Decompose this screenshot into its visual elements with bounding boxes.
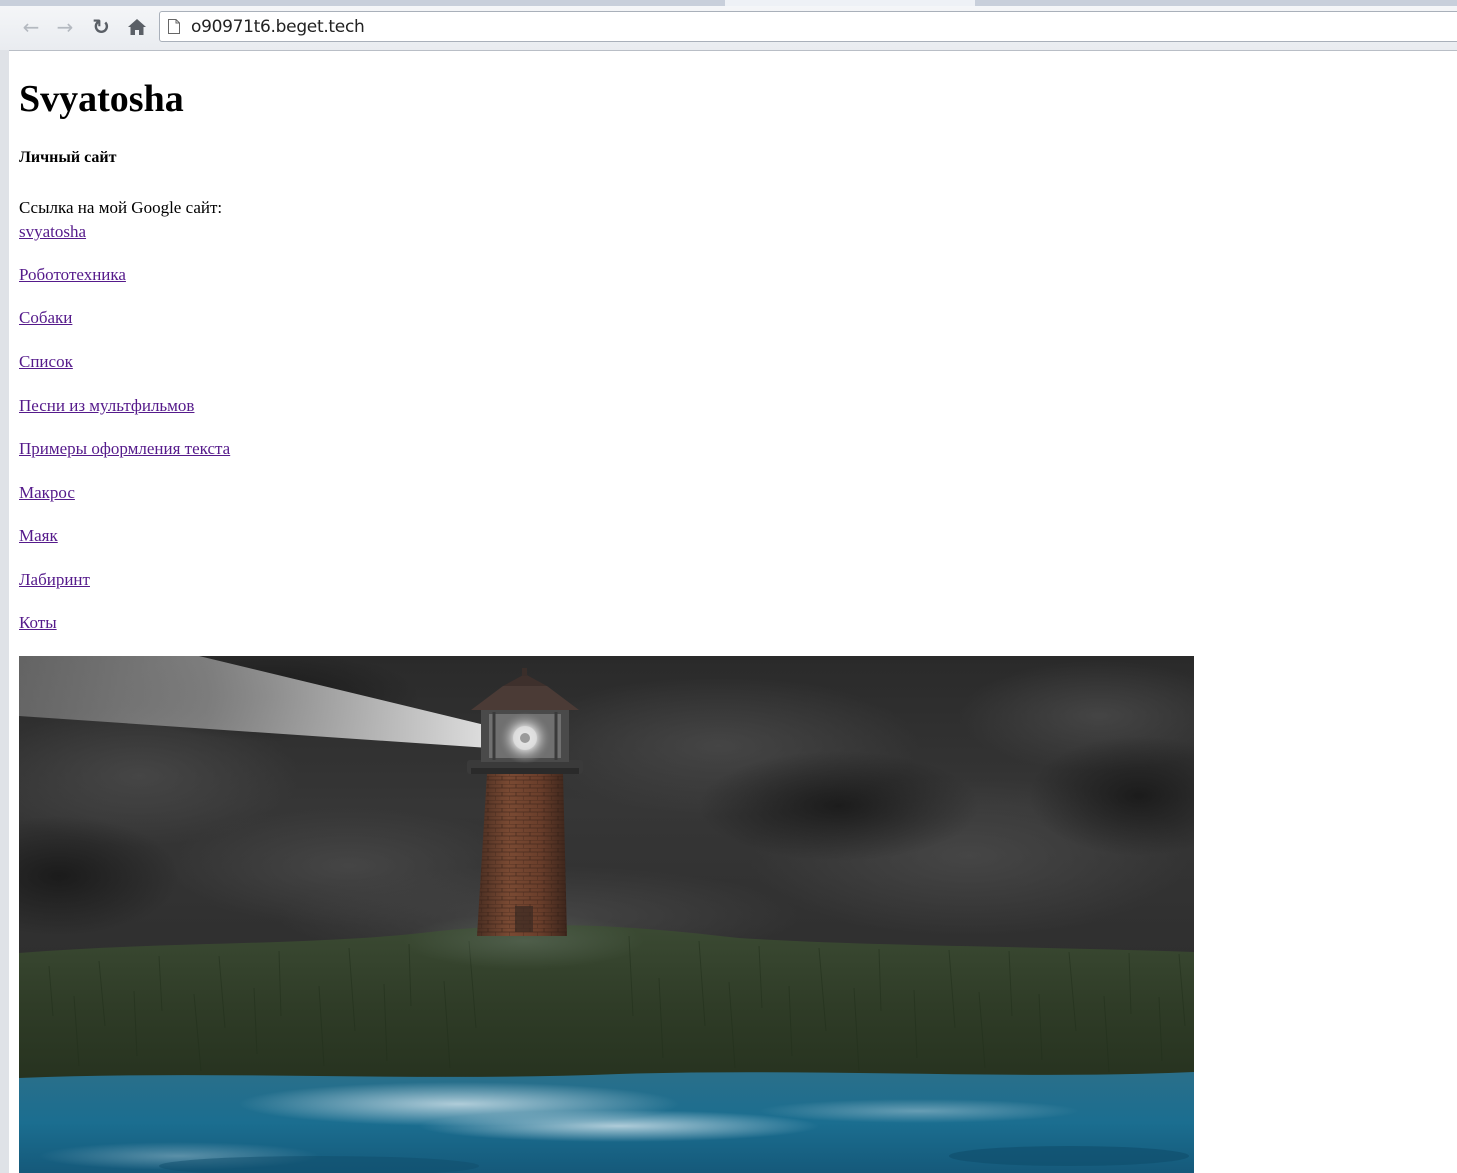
address-url[interactable]: o90971t6.beget.tech xyxy=(191,17,365,37)
link-lighthouse[interactable]: Маяк xyxy=(19,526,58,546)
link-cats[interactable]: Коты xyxy=(19,613,57,633)
link-text-formatting[interactable]: Примеры оформления текста xyxy=(19,439,230,459)
page-title: Svyatosha xyxy=(19,78,184,120)
home-icon[interactable] xyxy=(124,14,150,40)
document-icon xyxy=(168,19,180,34)
link-list[interactable]: Список xyxy=(19,352,73,372)
link-dogs[interactable]: Собаки xyxy=(19,308,72,328)
back-arrow-icon[interactable]: ← xyxy=(18,14,44,40)
link-macros[interactable]: Макрос xyxy=(19,483,75,503)
address-bar[interactable]: o90971t6.beget.tech xyxy=(159,11,1457,42)
reload-icon[interactable]: ↻ xyxy=(88,14,114,40)
lighthouse-image xyxy=(19,656,1194,1173)
window-left-edge xyxy=(0,50,9,1173)
tab-strip xyxy=(0,0,1457,6)
page-subtitle: Личный сайт xyxy=(19,149,117,166)
link-cartoon-songs[interactable]: Песни из мультфильмов xyxy=(19,396,194,416)
forward-arrow-icon[interactable]: → xyxy=(52,14,78,40)
link-robotics[interactable]: Робототехника xyxy=(19,265,126,285)
google-site-link[interactable]: svyatosha xyxy=(19,222,86,242)
link-labyrinth[interactable]: Лабиринт xyxy=(19,570,90,590)
browser-toolbar: ← → ↻ o90971t6.beget.tech xyxy=(0,0,1457,51)
active-tab-highlight xyxy=(725,0,975,6)
google-site-label: Ссылка на мой Google сайт: xyxy=(19,198,223,217)
